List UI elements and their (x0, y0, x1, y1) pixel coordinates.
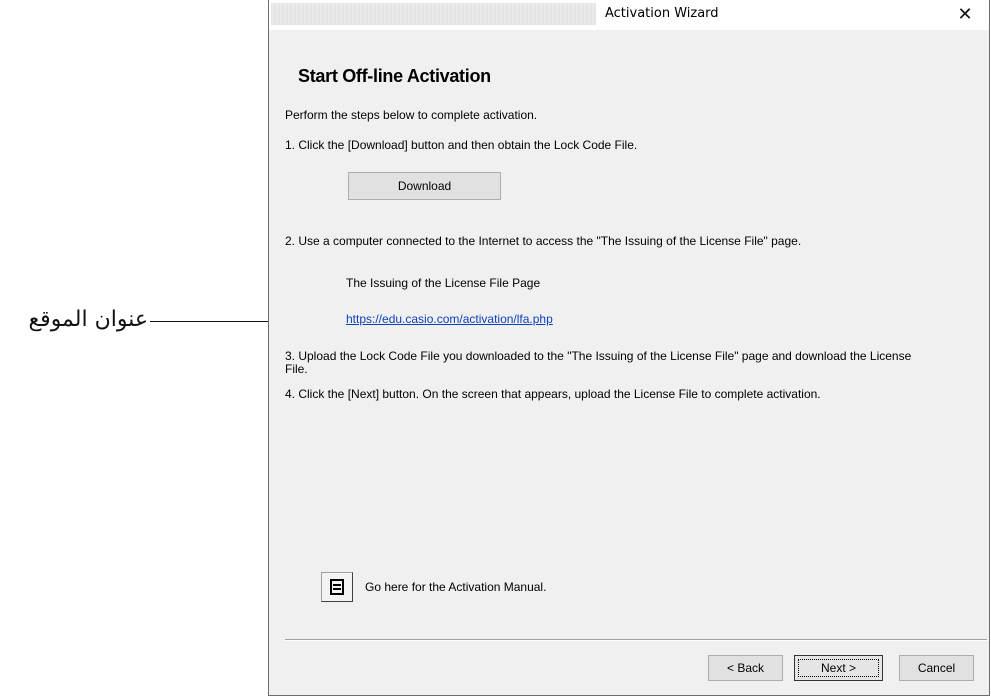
cancel-button[interactable]: Cancel (899, 655, 974, 681)
activation-manual-text: Go here for the Activation Manual. (365, 580, 547, 594)
screen: عنوان الموقع Activation Wizard ✕ Start O… (0, 0, 991, 697)
focus-rectangle (798, 659, 879, 677)
next-button[interactable]: Next > (794, 655, 883, 681)
annotation-label: عنوان الموقع (28, 307, 148, 332)
footer-separator (285, 639, 987, 641)
download-button[interactable]: Download (348, 172, 501, 200)
close-button[interactable]: ✕ (943, 0, 987, 30)
activation-manual-button[interactable] (321, 572, 353, 602)
intro-text: Perform the steps below to complete acti… (285, 108, 538, 122)
license-page-title: The Issuing of the License File Page (346, 276, 541, 290)
back-button[interactable]: < Back (708, 655, 783, 681)
close-icon: ✕ (957, 4, 973, 25)
step-4-text: 4. Click the [Next] button. On the scree… (285, 387, 821, 401)
document-icon (330, 579, 344, 595)
step-2-text: 2. Use a computer connected to the Inter… (285, 234, 802, 248)
title-bar-redacted-area (271, 3, 596, 25)
window-title: Activation Wizard (605, 6, 719, 21)
step-1-text: 1. Click the [Download] button and then … (285, 138, 638, 152)
page-title: Start Off-line Activation (298, 66, 491, 86)
step-3-text-line-1: 3. Upload the Lock Code File you downloa… (285, 349, 912, 363)
license-url-link[interactable]: https://edu.casio.com/activation/lfa.php (346, 312, 553, 326)
activation-wizard-dialog: Activation Wizard ✕ Start Off-line Activ… (268, 0, 990, 696)
title-bar: Activation Wizard ✕ (269, 0, 989, 30)
step-3-text-line-2: File. (285, 362, 308, 376)
